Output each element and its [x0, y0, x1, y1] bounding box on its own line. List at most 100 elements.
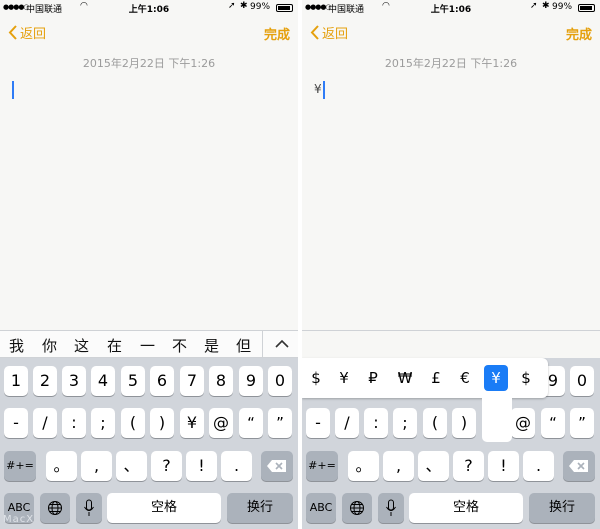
key[interactable]: /: [33, 408, 57, 438]
chevron-left-icon: [310, 25, 319, 40]
note-text-area[interactable]: [0, 78, 298, 330]
key[interactable]: 6: [150, 366, 174, 396]
key[interactable]: 9: [239, 366, 263, 396]
location-icon: ➚: [530, 1, 538, 11]
currency-option[interactable]: €: [453, 365, 477, 391]
candidate-word[interactable]: 是: [204, 335, 219, 356]
watermark: MacX: [3, 514, 35, 525]
globe-icon: [350, 501, 364, 515]
key[interactable]: ¥: [180, 408, 204, 438]
battery-percent: 99%: [552, 2, 573, 12]
globe-key[interactable]: [40, 493, 70, 523]
done-button[interactable]: 完成: [264, 24, 290, 43]
popup-stem: [482, 396, 512, 442]
location-icon: ➚: [228, 1, 236, 11]
candidate-word[interactable]: 这: [74, 335, 89, 356]
key[interactable]: “: [541, 408, 565, 438]
keyboard: 1 2 3 4 5 6 7 8 9 0 - / : ; ( ) ¥ @ “ ” …: [0, 358, 298, 529]
key[interactable]: .: [221, 451, 252, 481]
delete-key[interactable]: [261, 451, 293, 481]
note-date: 2015年2月22日 下午1:26: [384, 57, 518, 70]
key[interactable]: -: [4, 408, 28, 438]
key[interactable]: 0: [570, 366, 594, 396]
back-button[interactable]: 返回: [8, 23, 46, 42]
chevron-left-icon: [8, 25, 17, 40]
key[interactable]: 7: [180, 366, 204, 396]
space-key[interactable]: 空格: [107, 493, 221, 523]
candidate-word[interactable]: 我: [9, 335, 24, 356]
key[interactable]: .: [523, 451, 554, 481]
done-button[interactable]: 完成: [566, 24, 592, 43]
key[interactable]: :: [62, 408, 86, 438]
abc-key[interactable]: ABC: [306, 493, 336, 523]
key[interactable]: ): [452, 408, 476, 438]
symbols-mode-key[interactable]: #+=: [4, 451, 36, 481]
key[interactable]: 。: [46, 451, 77, 481]
key[interactable]: “: [239, 408, 263, 438]
key[interactable]: ,: [81, 451, 112, 481]
battery-icon: [276, 4, 293, 12]
key[interactable]: 、: [116, 451, 147, 481]
dictation-key[interactable]: [378, 493, 404, 523]
bluetooth-icon: ✱: [542, 1, 550, 11]
key[interactable]: !: [186, 451, 217, 481]
currency-option[interactable]: £: [424, 365, 448, 391]
key[interactable]: ,: [383, 451, 414, 481]
key[interactable]: 、: [418, 451, 449, 481]
key[interactable]: @: [209, 408, 233, 438]
key[interactable]: (: [121, 408, 145, 438]
currency-option[interactable]: $: [304, 365, 328, 391]
chevron-up-icon: [275, 339, 289, 348]
key[interactable]: ;: [393, 408, 417, 438]
key[interactable]: 8: [209, 366, 233, 396]
dictation-key[interactable]: [76, 493, 102, 523]
key[interactable]: @: [511, 408, 535, 438]
status-bar: ●●●●○ 中国联通 ◠ 上午1:06 ➚ ✱ 99%: [0, 0, 298, 16]
battery-icon: [578, 4, 595, 12]
currency-option[interactable]: ₩: [393, 365, 417, 391]
key[interactable]: /: [335, 408, 359, 438]
space-key[interactable]: 空格: [409, 493, 523, 523]
key[interactable]: (: [423, 408, 447, 438]
backspace-icon: [267, 460, 286, 472]
return-key[interactable]: 换行: [227, 493, 293, 523]
candidate-word[interactable]: 不: [172, 335, 187, 356]
note-date: 2015年2月22日 下午1:26: [82, 57, 216, 70]
candidate-word[interactable]: 在: [107, 335, 122, 356]
currency-option[interactable]: ₽: [361, 365, 385, 391]
globe-key[interactable]: [342, 493, 372, 523]
key[interactable]: 2: [33, 366, 57, 396]
navigation-bar: 返回 完成: [0, 18, 298, 48]
key[interactable]: ): [150, 408, 174, 438]
currency-option[interactable]: ¥: [332, 365, 356, 391]
key[interactable]: :: [364, 408, 388, 438]
key[interactable]: ?: [151, 451, 182, 481]
key[interactable]: 4: [91, 366, 115, 396]
key[interactable]: -: [306, 408, 330, 438]
back-label: 返回: [322, 27, 349, 42]
candidate-word[interactable]: 一: [140, 335, 155, 356]
backspace-icon: [569, 460, 588, 472]
candidate-word[interactable]: 但: [236, 335, 251, 356]
return-key[interactable]: 换行: [529, 493, 595, 523]
key[interactable]: ”: [268, 408, 292, 438]
currency-option-selected[interactable]: ¥: [484, 365, 508, 391]
currency-option[interactable]: $: [514, 365, 538, 391]
symbols-mode-key[interactable]: #+=: [306, 451, 338, 481]
key[interactable]: 5: [121, 366, 145, 396]
microphone-icon: [386, 499, 396, 516]
key[interactable]: !: [488, 451, 519, 481]
key[interactable]: 0: [268, 366, 292, 396]
note-text-area[interactable]: ¥: [302, 78, 600, 330]
key[interactable]: 1: [4, 366, 28, 396]
back-button[interactable]: 返回: [310, 23, 348, 42]
key[interactable]: ?: [453, 451, 484, 481]
key[interactable]: 。: [348, 451, 379, 481]
key[interactable]: ”: [570, 408, 594, 438]
delete-key[interactable]: [563, 451, 595, 481]
key[interactable]: 3: [62, 366, 86, 396]
key[interactable]: ;: [91, 408, 115, 438]
candidate-word[interactable]: 你: [42, 335, 57, 356]
candidate-bar: 我 你 这 在 一 不 是 但: [0, 330, 298, 358]
expand-candidates-button[interactable]: [270, 333, 294, 355]
